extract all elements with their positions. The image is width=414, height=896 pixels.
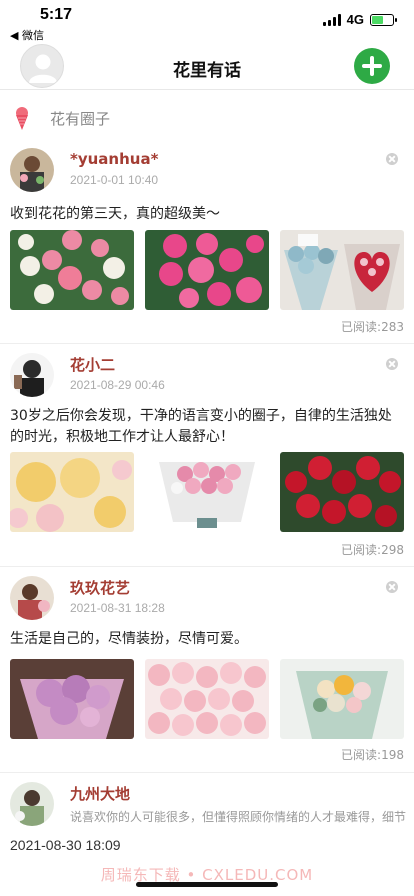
back-to-wechat-link[interactable]: ◀ 微信 [10, 27, 44, 43]
post-image[interactable] [10, 230, 134, 310]
post-text: 30岁之后你会发现，干净的语言变小的圈子，自律的生活独处的时光，积极地工作才让人… [10, 408, 392, 445]
status-bar: 5:17 ◀ 微信 4G [0, 0, 414, 44]
avatar[interactable] [10, 148, 54, 192]
read-count: 已阅读:283 [341, 320, 404, 334]
post-text: 生活是自己的，尽情装扮，尽情可爱。 [10, 631, 248, 647]
status-time: 5:17 [40, 6, 73, 23]
post-image[interactable] [145, 452, 269, 532]
post-text: 收到花花的第三天，真的超级美～ [10, 206, 220, 222]
avatar[interactable] [10, 353, 54, 397]
circle-section-header[interactable]: 花有圈子 [0, 98, 414, 138]
post-image-grid [10, 452, 404, 532]
close-icon[interactable] [386, 358, 398, 370]
post-author[interactable]: *yuanhua* [70, 150, 158, 168]
post-image[interactable] [280, 659, 404, 739]
read-count: 已阅读:298 [341, 543, 404, 557]
post-card: *yuanhua* 2021-0-01 10:40 收到花花的第三天，真的超级美… [0, 140, 414, 344]
post-image[interactable] [145, 659, 269, 739]
page-title: 花里有话 [173, 61, 241, 81]
avatar[interactable] [10, 576, 54, 620]
post-time: 2021-08-29 00:46 [70, 378, 165, 392]
post-author[interactable]: 花小二 [70, 354, 115, 375]
avatar[interactable] [10, 782, 54, 826]
app-header: 花里有话 [0, 44, 414, 90]
post-image[interactable] [10, 659, 134, 739]
post-text: 说喜欢你的人可能很多，但懂得照顾你情绪的人才最难得，细节 [70, 810, 407, 824]
post-time: 2021-08-30 18:09 [10, 837, 121, 853]
post-image[interactable] [10, 452, 134, 532]
post-card: 九州大地 说喜欢你的人可能很多，但懂得照顾你情绪的人才最难得，细节 2021-0… [0, 774, 414, 864]
network-type: 4G [346, 12, 364, 27]
post-card: 花小二 2021-08-29 00:46 30岁之后你会发现，干净的语言变小的圈… [0, 345, 414, 567]
post-image-grid [10, 659, 404, 739]
post-image[interactable] [280, 452, 404, 532]
battery-icon [370, 13, 397, 26]
ice-cream-cone-icon [16, 107, 28, 130]
post-author[interactable]: 玖玖花艺 [70, 577, 130, 598]
post-image[interactable] [145, 230, 269, 310]
post-card: 玖玖花艺 2021-08-31 18:28 生活是自己的，尽情装扮，尽情可爱。 [0, 568, 414, 773]
post-author[interactable]: 九州大地 [70, 783, 130, 804]
read-count: 已阅读:198 [341, 748, 404, 762]
post-time: 2021-08-31 18:28 [70, 601, 165, 615]
post-time: 2021-0-01 10:40 [70, 173, 159, 187]
home-indicator[interactable] [136, 882, 278, 887]
add-post-button[interactable] [354, 48, 390, 84]
post-image[interactable] [280, 230, 404, 310]
status-indicators: 4G [322, 12, 397, 27]
close-icon[interactable] [386, 581, 398, 593]
section-title: 花有圈子 [50, 110, 111, 128]
signal-icon [322, 13, 341, 26]
close-icon[interactable] [386, 153, 398, 165]
post-image-grid [10, 230, 404, 310]
